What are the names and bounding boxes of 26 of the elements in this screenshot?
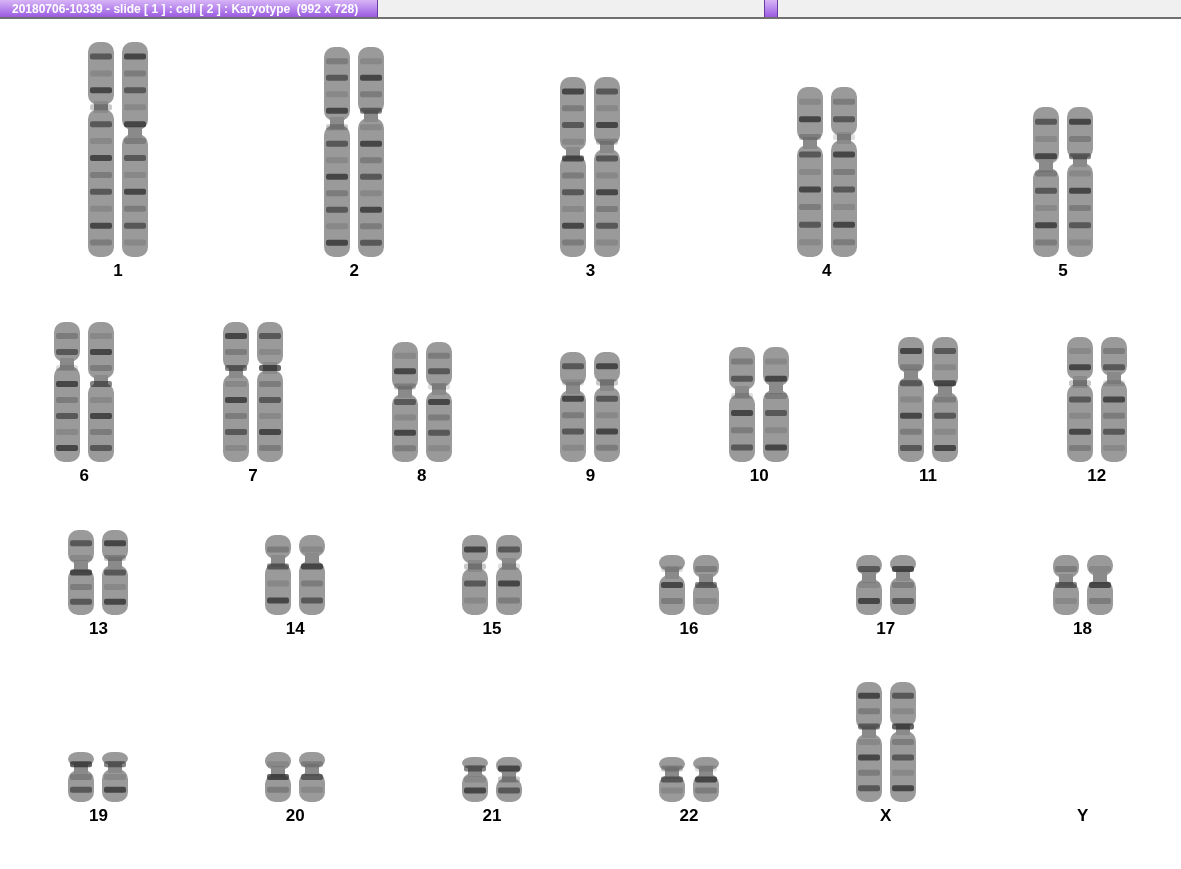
chromosome-label: 10: [749, 466, 769, 486]
chromosome-label: 1: [113, 261, 123, 281]
chromosome-label: 14: [285, 619, 305, 639]
chromosome-label: 22: [679, 806, 699, 826]
chromosome-label: 15: [482, 619, 502, 639]
chromosome-label: 4: [821, 261, 832, 281]
chromosome-label: 2: [349, 261, 359, 281]
chromosome-label: 8: [417, 466, 427, 486]
chromosome-label: 16: [679, 619, 699, 639]
chromosome-label: Y: [1076, 806, 1089, 826]
chromosome-label: 9: [585, 466, 596, 486]
chromosome-label: 19: [88, 806, 108, 826]
tab[interactable]: [764, 0, 778, 17]
chromosome-label: 18: [1073, 619, 1093, 639]
chromosome-label: 5: [1058, 261, 1068, 281]
chromosome-label: 12: [1087, 466, 1107, 486]
chromosome-label: 6: [79, 466, 90, 486]
chromosome-label: 13: [88, 619, 108, 639]
chromosome-label: 17: [876, 619, 896, 639]
chromosome-label: X: [880, 806, 892, 826]
chromosome-label: 11: [918, 466, 937, 486]
chromosome-label: 3: [585, 261, 596, 281]
window-tab[interactable]: 20180706-10339 - slide [ 1 ] : cell [ 2 ] : Karyotype (992 x 728): [0, 0, 378, 17]
chromosome-label: 7: [248, 466, 258, 486]
chromosome-label: 20: [285, 806, 305, 826]
chromosome-label: 21: [482, 806, 502, 826]
